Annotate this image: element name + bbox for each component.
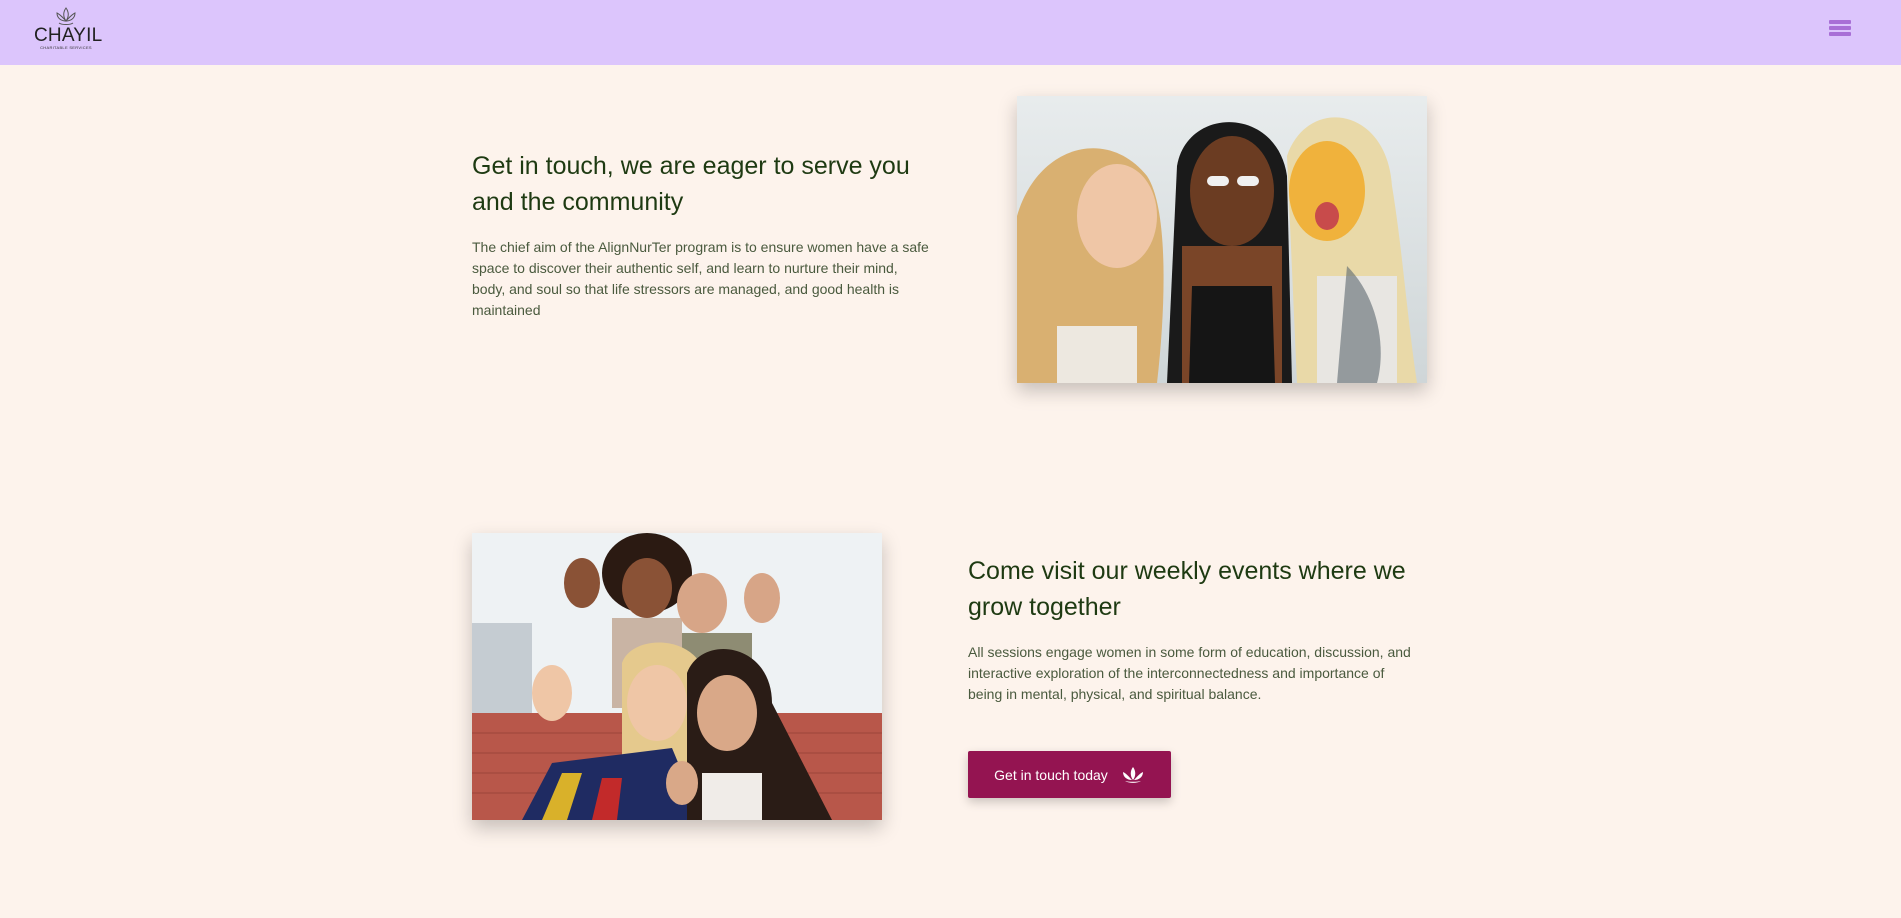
- hamburger-menu-icon[interactable]: [1826, 18, 1854, 46]
- section-1-text-line: space to discover their authentic self, …: [472, 260, 898, 276]
- lotus-icon: [1122, 766, 1143, 783]
- site-header: CHAYIL CHARITABLE SERVICES: [0, 0, 1901, 65]
- women-waving-photo: [472, 533, 882, 820]
- section-2-title-line-2: grow together: [968, 593, 1121, 621]
- get-in-touch-button[interactable]: Get in touch today: [968, 751, 1171, 798]
- section-2-text-line: being in mental, physical, and spiritual…: [968, 686, 1262, 702]
- photo-illustration: [472, 533, 882, 820]
- section-1-text-line: maintained: [472, 302, 541, 318]
- brand-tagline: CHARITABLE SERVICES: [40, 45, 92, 50]
- section-2-title-line-1: Come visit our weekly events where we: [968, 557, 1406, 585]
- section-1-title: Get in touch, we are eager to serve you …: [472, 148, 952, 220]
- menu-bar: [1829, 26, 1851, 30]
- menu-bar: [1829, 20, 1851, 24]
- photo-illustration: [1017, 96, 1427, 383]
- section-2-text: All sessions engage women in some form o…: [968, 642, 1448, 705]
- menu-bar: [1829, 32, 1851, 36]
- section-1-text-line: body, and soul so that life stressors ar…: [472, 281, 900, 297]
- section-1-title-line-2: and the community: [472, 188, 684, 216]
- section-2-text-line: interactive exploration of the interconn…: [968, 665, 1385, 681]
- section-2-title: Come visit our weekly events where we gr…: [968, 553, 1448, 625]
- get-in-touch-label: Get in touch today: [994, 766, 1108, 783]
- brand-logo[interactable]: CHAYIL CHARITABLE SERVICES: [34, 6, 103, 56]
- section-1-title-line-1: Get in touch, we are eager to serve you: [472, 152, 910, 180]
- lotus-logo-icon: [56, 7, 76, 25]
- section-2-text-line: All sessions engage women in some form o…: [968, 644, 1411, 660]
- section-1-text-line: The chief aim of the AlignNurTer program…: [472, 239, 929, 255]
- women-face-paint-photo: [1017, 96, 1427, 383]
- brand-name: CHAYIL: [34, 25, 103, 46]
- section-1-text: The chief aim of the AlignNurTer program…: [472, 237, 952, 321]
